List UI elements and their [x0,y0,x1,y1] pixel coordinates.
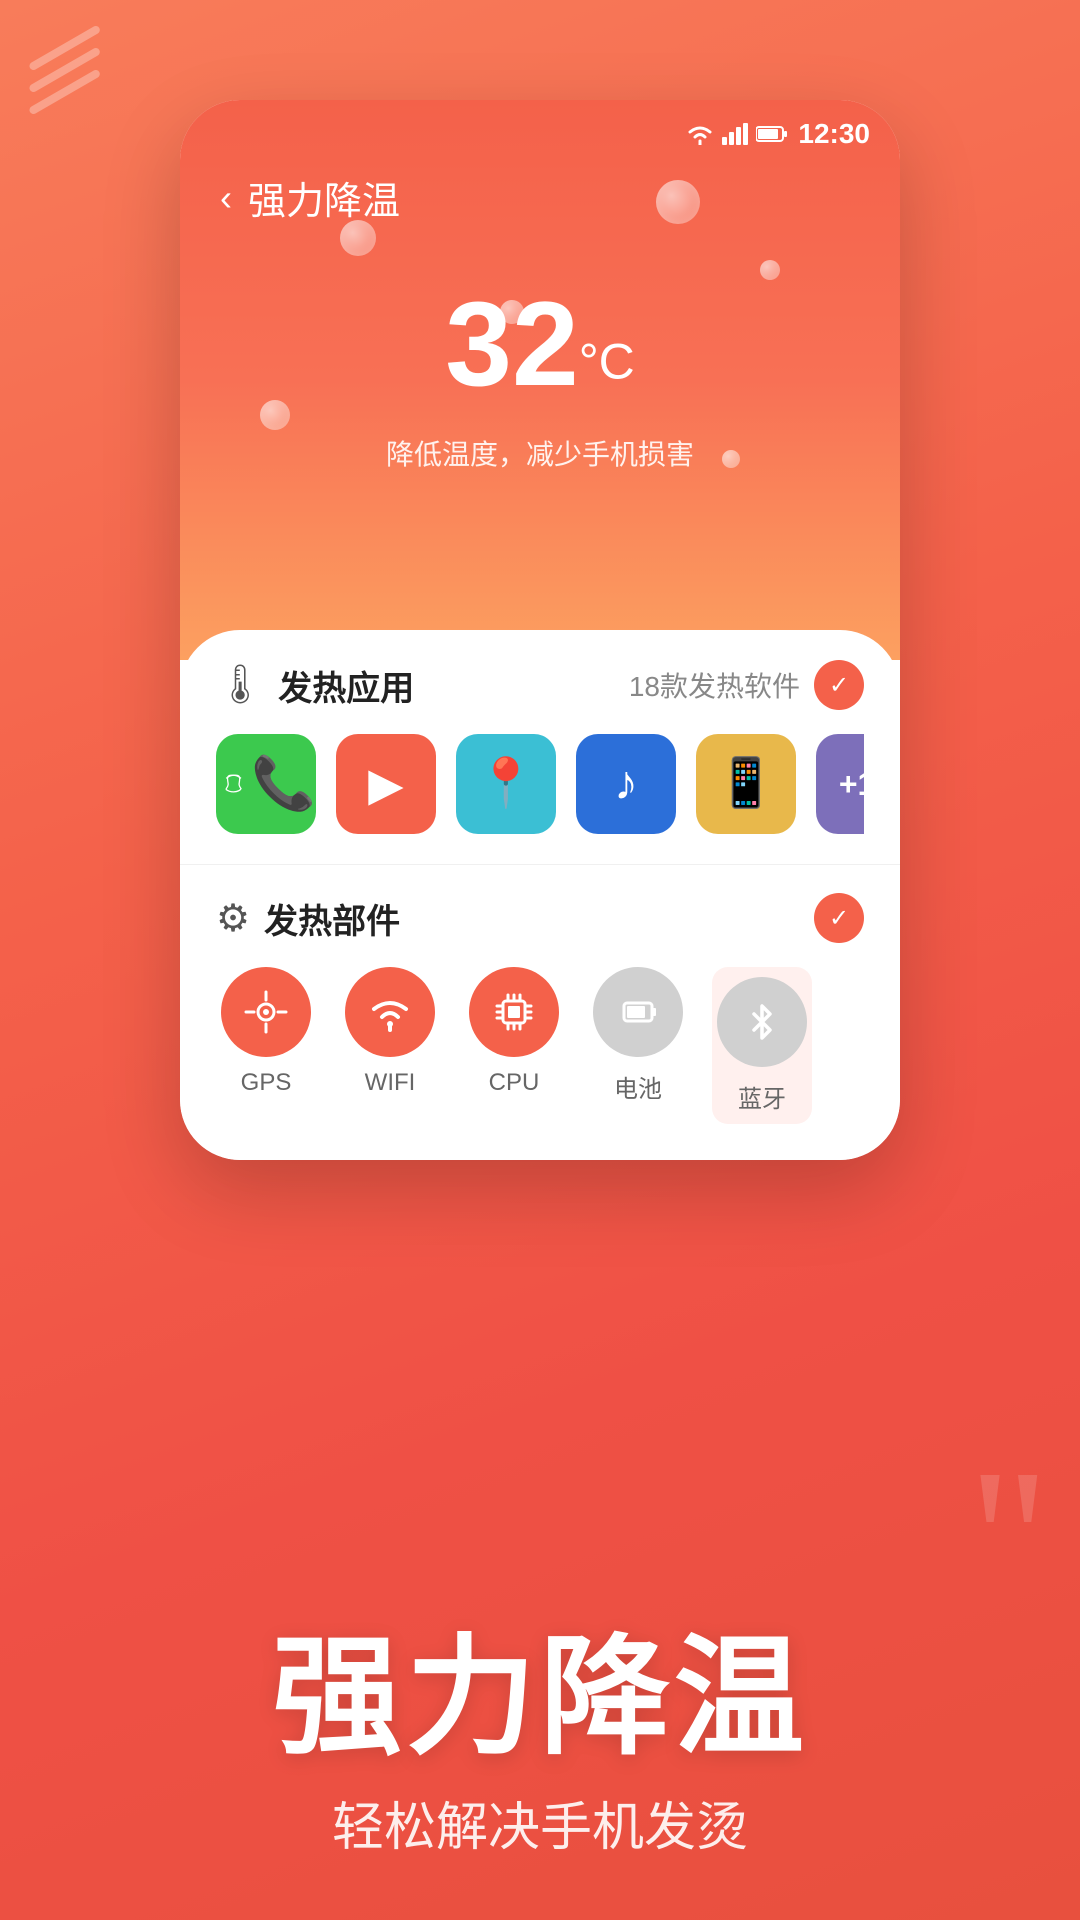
phone-mockup: 12:30 ‹ 强力降温 32°C 降低温度，减少手机损害 🌡 发热应用 18款… [180,100,900,1160]
phone-tool-glyph: 📱 [716,760,776,808]
app-icons-row: 📞 ▶ 📍 ♪ 📱 +12 [216,734,864,834]
battery-circle [593,967,683,1057]
phone-app-icon [216,757,251,812]
gps-circle [221,967,311,1057]
check-icon: ✓ [829,671,849,700]
heat-apps-check-badge[interactable]: ✓ [814,660,864,710]
app-title: 强力降温 [248,170,400,225]
temperature-description: 降低温度，减少手机损害 [180,433,900,473]
map-glyph: 📍 [476,760,536,808]
bubble-2 [500,300,524,324]
sub-title: 轻松解决手机发烫 [60,1785,1020,1860]
gear-icon: ⚙ [216,896,250,941]
wifi-component-icon [366,992,414,1032]
bottom-text-section: 强力降温 轻松解决手机发烫 [0,1626,1080,1860]
status-icons [686,123,788,145]
phone-glyph: 📞 [251,758,316,810]
bubble-3 [656,180,700,224]
stripe-decoration [30,50,110,170]
bluetooth-icon [740,1000,784,1044]
temperature-display: 32°C 降低温度，减少手机损害 [180,245,900,493]
heat-apps-count: 18款发热软件 [629,665,800,705]
components-check-icon: ✓ [829,904,849,933]
heat-components-title: 发热部件 [264,894,400,943]
phone-header: 12:30 ‹ 强力降温 32°C 降低温度，减少手机损害 [180,100,900,660]
component-gps[interactable]: GPS [216,967,316,1124]
heat-components-section: ⚙ 发热部件 ✓ [180,864,900,1160]
status-bar: 12:30 [180,100,900,150]
gps-label: GPS [241,1069,292,1097]
heat-components-check-badge[interactable]: ✓ [814,893,864,943]
gps-icon [244,990,288,1034]
battery-component-icon [616,990,660,1034]
wifi-circle [345,967,435,1057]
cpu-icon [491,989,537,1035]
component-battery[interactable]: 电池 [588,967,688,1124]
more-label: +12 [839,768,864,800]
component-wifi[interactable]: WIFI [340,967,440,1124]
heat-apps-title-group: 🌡 发热应用 [216,661,414,710]
cpu-circle [469,967,559,1057]
temperature-value: 32°C [180,275,900,413]
video-glyph: ▶ [368,761,403,807]
back-button[interactable]: ‹ [220,177,232,219]
app-titlebar: ‹ 强力降温 [180,150,900,245]
signal-icon [722,123,748,145]
component-bluetooth[interactable]: 蓝牙 [712,967,812,1124]
heat-components-header: ⚙ 发热部件 ✓ [216,893,864,943]
heat-components-title-group: ⚙ 发热部件 [216,894,400,943]
heat-apps-count-group: 18款发热软件 ✓ [629,660,864,710]
main-title: 强力降温 [60,1626,1020,1769]
quote-decoration: " [968,1440,1050,1640]
battery-label: 电池 [614,1069,662,1104]
cpu-label: CPU [489,1069,540,1097]
app-icon-map[interactable]: 📍 [456,734,556,834]
wifi-icon [686,123,714,145]
app-icon-phone[interactable]: 📞 [216,734,316,834]
component-cpu[interactable]: CPU [464,967,564,1124]
bluetooth-circle [717,977,807,1067]
music-glyph: ♪ [614,760,638,808]
bubble-5 [260,400,290,430]
bubble-1 [340,220,376,256]
heat-apps-section: 🌡 发热应用 18款发热软件 ✓ 📞 [180,630,900,864]
bubble-6 [722,450,740,468]
heat-apps-header: 🌡 发热应用 18款发热软件 ✓ [216,660,864,710]
wifi-label: WIFI [365,1069,416,1097]
app-icon-video[interactable]: ▶ [336,734,436,834]
status-time: 12:30 [798,118,870,150]
app-icon-phone-tool[interactable]: 📱 [696,734,796,834]
heat-apps-title: 发热应用 [278,661,414,710]
battery-icon [756,125,788,143]
bubble-4 [760,260,780,280]
thermometer-icon: 🌡 [216,663,264,707]
component-icons-row: GPS WIFI [216,967,864,1124]
bluetooth-label: 蓝牙 [738,1079,786,1114]
app-icon-more[interactable]: +12 [816,734,864,834]
app-icon-music[interactable]: ♪ [576,734,676,834]
